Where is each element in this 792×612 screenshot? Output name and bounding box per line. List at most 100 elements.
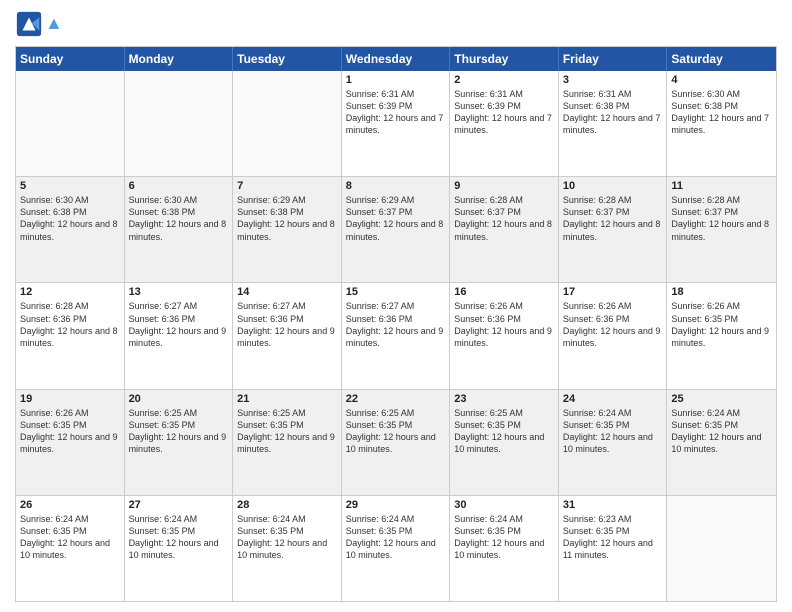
day-number: 14 <box>237 286 337 298</box>
cell-info: Sunrise: 6:29 AM Sunset: 6:38 PM Dayligh… <box>237 194 337 243</box>
day-number: 27 <box>129 499 229 511</box>
day-number: 11 <box>671 180 772 192</box>
day-cell-13: 13Sunrise: 6:27 AM Sunset: 6:36 PM Dayli… <box>125 283 234 388</box>
logo: ▲ <box>15 10 63 38</box>
day-number: 19 <box>20 393 120 405</box>
day-cell-6: 6 Sunrise: 6:30 AM Sunset: 6:38 PM Daylig… <box>125 177 234 282</box>
day-cell-19: 19Sunrise: 6:26 AM Sunset: 6:35 PM Dayli… <box>16 390 125 495</box>
day-number: 15 <box>346 286 446 298</box>
day-number: 30 <box>454 499 554 511</box>
day-number: 4 <box>671 74 772 86</box>
day-number: 3 <box>563 74 663 86</box>
day-cell-30: 30 Sunrise: 6:24 AM Sunset: 6:35 PM Dayli… <box>450 496 559 601</box>
weekday-header-sunday: Sunday <box>16 47 125 71</box>
calendar-row-4: 26 Sunrise: 6:24 AM Sunset: 6:35 PM Dayli… <box>16 496 776 601</box>
logo-icon <box>15 10 43 38</box>
weekday-header-thursday: Thursday <box>450 47 559 71</box>
cell-info: Sunrise: 6:31 AM Sunset: 6:39 PM Dayligh… <box>346 88 446 137</box>
day-cell-17: 17 Sunrise: 6:26 AM Sunset: 6:36 PM Dayli… <box>559 283 668 388</box>
calendar-row-3: 19Sunrise: 6:26 AM Sunset: 6:35 PM Dayli… <box>16 390 776 496</box>
empty-cell <box>667 496 776 601</box>
cell-info: Sunrise: 6:24 AM Sunset: 6:35 PM Dayligh… <box>563 407 663 456</box>
day-number: 29 <box>346 499 446 511</box>
day-cell-24: 24 Sunrise: 6:24 AM Sunset: 6:35 PM Dayli… <box>559 390 668 495</box>
day-number: 24 <box>563 393 663 405</box>
day-number: 16 <box>454 286 554 298</box>
page: ▲ SundayMondayTuesdayWednesdayThursdayFr… <box>0 0 792 612</box>
day-cell-25: 25 Sunrise: 6:24 AM Sunset: 6:35 PM Dayli… <box>667 390 776 495</box>
day-cell-21: 21Sunrise: 6:25 AM Sunset: 6:35 PM Dayli… <box>233 390 342 495</box>
cell-info: Sunrise: 6:26 AM Sunset: 6:36 PM Dayligh… <box>454 300 554 349</box>
empty-cell <box>16 71 125 176</box>
day-number: 8 <box>346 180 446 192</box>
cell-info: Sunrise: 6:26 AM Sunset: 6:36 PM Dayligh… <box>563 300 663 349</box>
cell-info: Sunrise: 6:30 AM Sunset: 6:38 PM Dayligh… <box>20 194 120 243</box>
cell-info: Sunrise: 6:27 AM Sunset: 6:36 PM Dayligh… <box>346 300 446 349</box>
day-number: 12 <box>20 286 120 298</box>
day-cell-12: 12 Sunrise: 6:28 AM Sunset: 6:36 PM Dayli… <box>16 283 125 388</box>
day-number: 28 <box>237 499 337 511</box>
day-cell-23: 23 Sunrise: 6:25 AM Sunset: 6:35 PM Dayli… <box>450 390 559 495</box>
day-cell-4: 4 Sunrise: 6:30 AM Sunset: 6:38 PM Daylig… <box>667 71 776 176</box>
cell-info: Sunrise: 6:24 AM Sunset: 6:35 PM Dayligh… <box>129 513 229 562</box>
day-number: 23 <box>454 393 554 405</box>
cell-info: Sunrise: 6:23 AM Sunset: 6:35 PM Dayligh… <box>563 513 663 562</box>
day-number: 31 <box>563 499 663 511</box>
cell-info: Sunrise: 6:28 AM Sunset: 6:37 PM Dayligh… <box>671 194 772 243</box>
cell-info: Sunrise: 6:26 AM Sunset: 6:35 PM Dayligh… <box>671 300 772 349</box>
cell-info: Sunrise: 6:27 AM Sunset: 6:36 PM Dayligh… <box>237 300 337 349</box>
cell-info: Sunrise: 6:30 AM Sunset: 6:38 PM Dayligh… <box>129 194 229 243</box>
weekday-header-friday: Friday <box>559 47 668 71</box>
calendar-row-0: 1 Sunrise: 6:31 AM Sunset: 6:39 PM Daylig… <box>16 71 776 177</box>
cell-info: Sunrise: 6:28 AM Sunset: 6:36 PM Dayligh… <box>20 300 120 349</box>
day-cell-7: 7 Sunrise: 6:29 AM Sunset: 6:38 PM Daylig… <box>233 177 342 282</box>
day-number: 2 <box>454 74 554 86</box>
header: ▲ <box>15 10 777 38</box>
day-cell-26: 26 Sunrise: 6:24 AM Sunset: 6:35 PM Dayli… <box>16 496 125 601</box>
empty-cell <box>125 71 234 176</box>
calendar-row-1: 5 Sunrise: 6:30 AM Sunset: 6:38 PM Daylig… <box>16 177 776 283</box>
day-cell-22: 22 Sunrise: 6:25 AM Sunset: 6:35 PM Dayli… <box>342 390 451 495</box>
weekday-header-tuesday: Tuesday <box>233 47 342 71</box>
cell-info: Sunrise: 6:30 AM Sunset: 6:38 PM Dayligh… <box>671 88 772 137</box>
calendar-row-2: 12 Sunrise: 6:28 AM Sunset: 6:36 PM Dayli… <box>16 283 776 389</box>
day-cell-18: 18 Sunrise: 6:26 AM Sunset: 6:35 PM Dayli… <box>667 283 776 388</box>
cell-info: Sunrise: 6:25 AM Sunset: 6:35 PM Dayligh… <box>454 407 554 456</box>
cell-info: Sunrise: 6:29 AM Sunset: 6:37 PM Dayligh… <box>346 194 446 243</box>
empty-cell <box>233 71 342 176</box>
day-cell-5: 5 Sunrise: 6:30 AM Sunset: 6:38 PM Daylig… <box>16 177 125 282</box>
day-number: 21 <box>237 393 337 405</box>
day-cell-2: 2 Sunrise: 6:31 AM Sunset: 6:39 PM Daylig… <box>450 71 559 176</box>
day-number: 17 <box>563 286 663 298</box>
day-number: 20 <box>129 393 229 405</box>
day-number: 26 <box>20 499 120 511</box>
day-cell-8: 8 Sunrise: 6:29 AM Sunset: 6:37 PM Daylig… <box>342 177 451 282</box>
cell-info: Sunrise: 6:24 AM Sunset: 6:35 PM Dayligh… <box>671 407 772 456</box>
calendar-body: 1 Sunrise: 6:31 AM Sunset: 6:39 PM Daylig… <box>16 71 776 601</box>
day-cell-31: 31 Sunrise: 6:23 AM Sunset: 6:35 PM Dayli… <box>559 496 668 601</box>
weekday-header-saturday: Saturday <box>667 47 776 71</box>
day-cell-9: 9Sunrise: 6:28 AM Sunset: 6:37 PM Daylig… <box>450 177 559 282</box>
day-cell-29: 29Sunrise: 6:24 AM Sunset: 6:35 PM Dayli… <box>342 496 451 601</box>
day-number: 13 <box>129 286 229 298</box>
cell-info: Sunrise: 6:24 AM Sunset: 6:35 PM Dayligh… <box>20 513 120 562</box>
cell-info: Sunrise: 6:31 AM Sunset: 6:39 PM Dayligh… <box>454 88 554 137</box>
day-number: 22 <box>346 393 446 405</box>
day-cell-10: 10Sunrise: 6:28 AM Sunset: 6:37 PM Dayli… <box>559 177 668 282</box>
cell-info: Sunrise: 6:25 AM Sunset: 6:35 PM Dayligh… <box>129 407 229 456</box>
day-number: 1 <box>346 74 446 86</box>
day-number: 6 <box>129 180 229 192</box>
day-cell-11: 11 Sunrise: 6:28 AM Sunset: 6:37 PM Dayli… <box>667 177 776 282</box>
cell-info: Sunrise: 6:31 AM Sunset: 6:38 PM Dayligh… <box>563 88 663 137</box>
day-cell-14: 14 Sunrise: 6:27 AM Sunset: 6:36 PM Dayli… <box>233 283 342 388</box>
day-cell-28: 28Sunrise: 6:24 AM Sunset: 6:35 PM Dayli… <box>233 496 342 601</box>
day-number: 7 <box>237 180 337 192</box>
day-number: 9 <box>454 180 554 192</box>
day-number: 18 <box>671 286 772 298</box>
day-number: 5 <box>20 180 120 192</box>
cell-info: Sunrise: 6:24 AM Sunset: 6:35 PM Dayligh… <box>454 513 554 562</box>
day-cell-27: 27 Sunrise: 6:24 AM Sunset: 6:35 PM Dayli… <box>125 496 234 601</box>
cell-info: Sunrise: 6:25 AM Sunset: 6:35 PM Dayligh… <box>346 407 446 456</box>
day-number: 25 <box>671 393 772 405</box>
day-number: 10 <box>563 180 663 192</box>
